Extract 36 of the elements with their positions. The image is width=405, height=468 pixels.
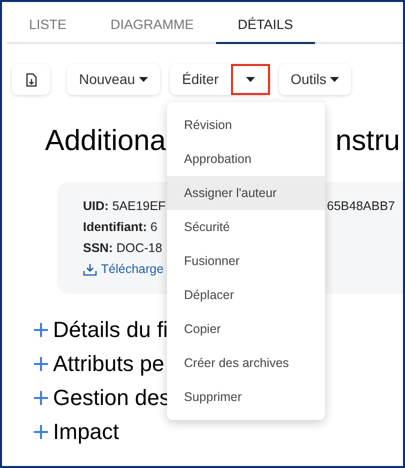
caret-icon (139, 77, 148, 82)
download-icon (83, 263, 97, 276)
section-heading[interactable]: Impact (53, 418, 120, 446)
caret-icon (330, 77, 340, 82)
plus-icon[interactable] (33, 390, 49, 406)
menu-item[interactable]: Copier (167, 312, 325, 346)
tab[interactable]: LISTE (7, 8, 89, 44)
menu-item[interactable]: Déplacer (167, 278, 325, 312)
menu-item[interactable]: Créer des archives (167, 346, 325, 380)
export-button[interactable] (12, 64, 50, 95)
page-title: Additiona (45, 127, 166, 156)
section-heading[interactable]: Attributs pe (53, 350, 164, 378)
menu-item[interactable]: Révision (167, 108, 325, 142)
info-text: UID: 5AE19EF (83, 198, 166, 215)
info-text: Identifiant: 6 (83, 219, 158, 236)
dropdown-button[interactable]: Outils (278, 64, 352, 95)
tab[interactable]: DIAGRAMME (88, 8, 216, 44)
caret-icon (246, 77, 255, 82)
file-download-icon (26, 72, 36, 86)
info-text: SSN: DOC-18 (83, 240, 162, 257)
menu-item[interactable]: Assigner l'auteur (167, 176, 325, 210)
section-heading[interactable]: Détails du fi (53, 316, 168, 344)
menu-item[interactable]: Fusionner (167, 244, 325, 278)
info-text: 65B48ABB7 (326, 198, 395, 215)
edit-button[interactable]: Éditer (170, 64, 231, 95)
plus-icon[interactable] (33, 356, 49, 372)
download-link[interactable]: Télécharge (83, 259, 164, 280)
tab[interactable]: DÉTAILS (216, 8, 316, 44)
menu-item[interactable]: Sécurité (167, 210, 325, 244)
dropdown-button[interactable]: Nouveau (67, 64, 160, 95)
menu-item[interactable]: Supprimer (167, 380, 325, 414)
page-title: nstru (336, 127, 400, 156)
dropdown-toggle[interactable] (230, 64, 270, 95)
plus-icon[interactable] (33, 322, 49, 338)
menu-item[interactable]: Approbation (167, 142, 325, 176)
plus-icon[interactable] (33, 424, 49, 440)
